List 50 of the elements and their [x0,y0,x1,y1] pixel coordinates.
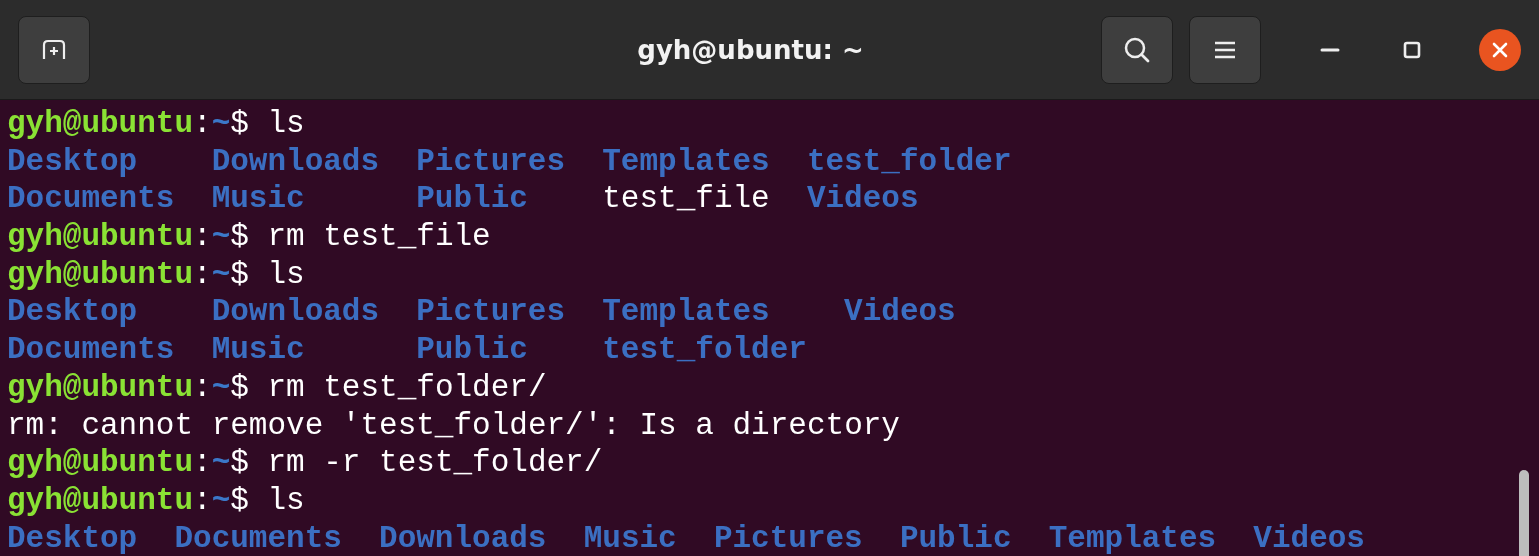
close-button[interactable] [1479,28,1521,71]
directory-name: Public [416,181,528,217]
directory-name: Public [899,520,1012,556]
search-button[interactable] [1101,15,1173,84]
command-text: ls [267,105,305,143]
directory-name: Desktop [7,520,138,556]
directory-name: Downloads [211,143,380,179]
close-icon [1492,41,1508,58]
directory-name: Videos [1253,520,1365,556]
file-name: test_file [602,181,770,217]
output-text: rm: cannot remove 'test_folder/': Is a directory [7,406,900,445]
directory-name: Pictures [416,294,566,330]
command-text: ls [267,481,305,520]
directory-name: test_folder [806,143,1012,179]
prompt: gyh@ubuntu:~$ [7,481,249,520]
directory-name: Music [211,181,305,217]
menu-icon [1213,39,1237,60]
new-tab-button[interactable] [18,15,90,84]
directory-name: Videos [844,294,956,330]
prompt: gyh@ubuntu:~$ [7,444,249,482]
command-text: ls [267,255,305,294]
prompt: gyh@ubuntu:~$ [7,218,249,256]
directory-name: Templates [602,143,770,179]
directory-name: Desktop [7,143,138,179]
maximize-icon [1403,40,1421,59]
window-title: gyh@ubuntu: ~ [636,34,865,65]
directory-name: test_folder [602,332,807,368]
minimize-icon [1320,46,1340,53]
command-text: rm -r test_folder/ [267,444,603,482]
prompt: gyh@ubuntu:~$ [7,105,249,143]
prompt: gyh@ubuntu:~$ [7,255,249,294]
directory-name: Templates [1048,520,1217,556]
directory-name: Downloads [211,294,380,330]
menu-button[interactable] [1189,15,1261,84]
directory-name: Documents [7,332,175,368]
directory-name: Desktop [7,294,138,330]
directory-name: Music [211,332,305,368]
directory-name: Downloads [379,520,547,556]
directory-name: Public [416,332,528,368]
directory-name: Documents [174,520,342,556]
command-text: rm test_file [267,218,491,256]
directory-name: Pictures [416,143,566,179]
command-text: rm test_folder/ [267,368,547,407]
scrollbar[interactable] [1519,470,1529,556]
directory-name: Pictures [713,520,863,556]
directory-name: Documents [7,181,175,217]
directory-name: Templates [602,294,770,330]
prompt: gyh@ubuntu:~$ [7,368,249,407]
directory-name: Videos [806,181,919,217]
directory-name: Music [583,520,677,556]
